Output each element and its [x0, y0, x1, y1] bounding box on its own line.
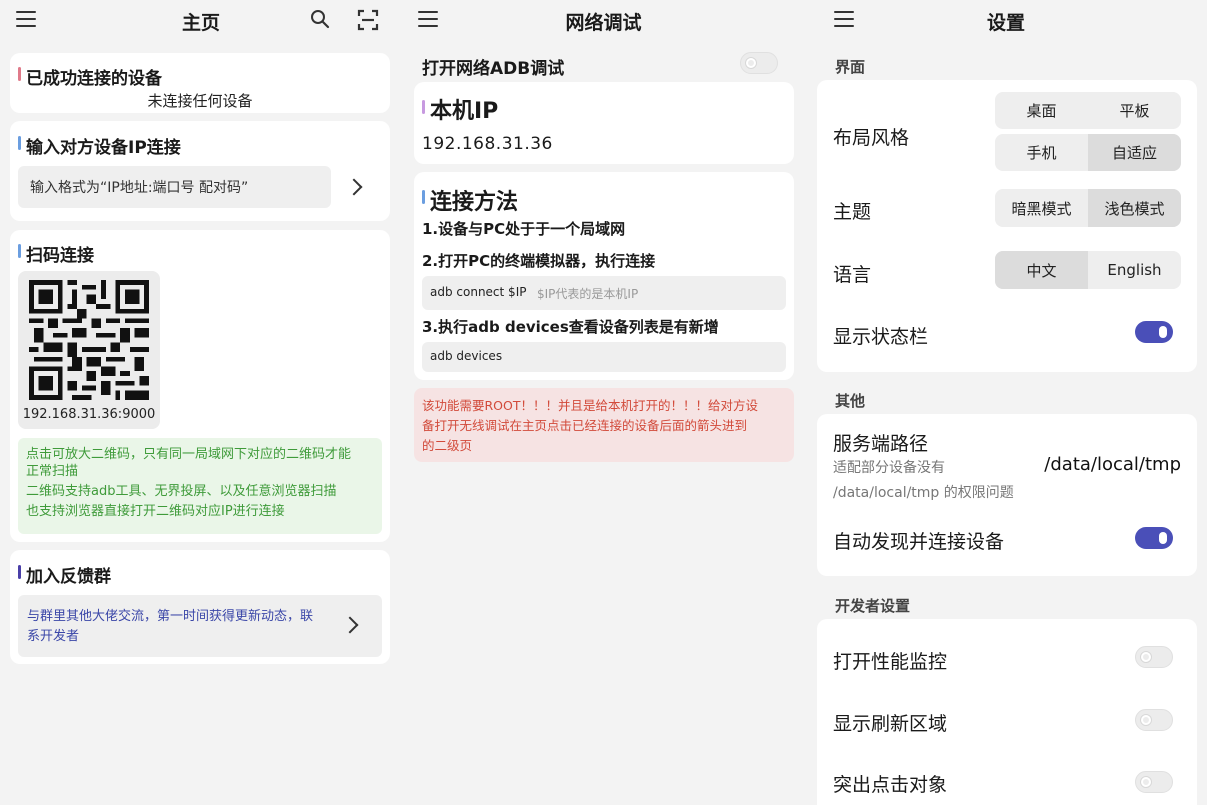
group-title-other: 其他: [835, 392, 866, 410]
qr-tip-line: 正常扫描: [26, 464, 79, 479]
page-title: 主页: [181, 12, 220, 34]
feedback-text-line: 系开发者: [27, 629, 80, 644]
scan-icon[interactable]: [357, 9, 379, 31]
ip-input-placeholder: 输入格式为“IP地址:端口号 配对码”: [30, 180, 249, 196]
other-settings-card: 服务端路径 适配部分设备没有 /data/local/tmp 的权限问题 /da…: [817, 414, 1197, 576]
qr-tip-line: 二维码支持adb工具、无界投屏、以及任意浏览器扫描: [26, 484, 337, 499]
command-box-1[interactable]: adb connect $IP $IP代表的是本机IP: [422, 276, 786, 310]
connected-devices-title: 已成功连接的设备: [26, 69, 162, 89]
language-label: 语言: [833, 264, 872, 286]
adb-toggle-switch[interactable]: [740, 52, 778, 74]
section-marker: [18, 244, 21, 258]
layout-label: 布局风格: [833, 127, 910, 149]
app-bar: 主页: [0, 0, 402, 42]
language-option-chinese[interactable]: 中文: [995, 251, 1088, 289]
page-title: 网络调试: [565, 12, 642, 34]
ip-connect-title: 输入对方设备IP连接: [26, 138, 181, 158]
chevron-right-icon[interactable]: [341, 616, 359, 634]
step-2-text: 2.打开PC的终端模拟器，执行连接: [422, 252, 656, 270]
app-bar: 网络调试: [402, 0, 805, 42]
local-ip-value: 192.168.31.36: [422, 134, 553, 154]
qr-tip-line: 也支持浏览器直接打开二维码对应IP进行连接: [26, 504, 285, 519]
qr-tip-line: 点击可放大二维码，只有同一局域网下对应的二维码才能: [26, 447, 352, 462]
feedback-text: 与群里其他大佬交流，第一时间获得更新动态，联 系开发者: [27, 607, 337, 647]
layout-option-tablet[interactable]: 平板: [1088, 92, 1181, 129]
page-title: 设置: [986, 12, 1025, 34]
local-ip-card: 本机IP 192.168.31.36: [414, 82, 794, 164]
section-marker: [422, 100, 425, 114]
statusbar-label: 显示状态栏: [833, 326, 929, 348]
layout-option-phone[interactable]: 手机: [995, 134, 1088, 171]
section-marker: [422, 190, 425, 204]
language-option-english[interactable]: English: [1088, 251, 1181, 289]
layout-option-adaptive[interactable]: 自适应: [1088, 134, 1181, 171]
statusbar-toggle[interactable]: [1135, 321, 1173, 343]
connect-method-title: 连接方法: [430, 190, 519, 215]
theme-selector: 暗黑模式 浅色模式: [995, 189, 1181, 227]
ui-settings-card: 布局风格 桌面 平板 手机 自适应 主题 暗黑模式 浅色模式 语言 中文 Eng…: [817, 80, 1197, 372]
search-icon[interactable]: [310, 9, 330, 29]
qr-connect-card: 扫码连接 192.168.31.36:9000 点击可放大二维码，只有同一局域网…: [10, 230, 390, 542]
command-box-2[interactable]: adb devices: [422, 342, 786, 372]
server-path-desc-1: 适配部分设备没有: [833, 460, 945, 476]
command-text: adb devices: [430, 349, 503, 363]
qr-tips-box: 点击可放大二维码，只有同一局域网下对应的二维码才能 正常扫描 二维码支持adb工…: [18, 438, 382, 534]
warning-line: 的二级页: [422, 438, 473, 453]
command-hint: $IP代表的是本机IP: [537, 287, 639, 301]
section-marker: [18, 136, 21, 150]
show-refresh-label: 显示刷新区域: [833, 713, 948, 735]
qr-code-image: [29, 280, 149, 400]
ip-connect-card: 输入对方设备IP连接 输入格式为“IP地址:端口号 配对码”: [10, 121, 390, 221]
group-title-developer: 开发者设置: [835, 597, 911, 615]
local-ip-title: 本机IP: [430, 99, 499, 124]
layout-option-desktop[interactable]: 桌面: [995, 92, 1088, 129]
server-path-desc-2: /data/local/tmp 的权限问题: [833, 485, 1014, 501]
adb-toggle-label: 打开网络ADB调试: [422, 59, 565, 79]
highlight-click-toggle[interactable]: [1135, 771, 1173, 793]
auto-connect-toggle[interactable]: [1135, 527, 1173, 549]
auto-connect-label: 自动发现并连接设备: [833, 531, 1005, 553]
connected-devices-card: 已成功连接的设备 未连接任何设备: [10, 53, 390, 113]
section-marker: [18, 67, 21, 81]
feedback-card: 加入反馈群 与群里其他大佬交流，第一时间获得更新动态，联 系开发者: [10, 550, 390, 664]
ip-input-field[interactable]: 输入格式为“IP地址:端口号 配对码”: [18, 166, 331, 208]
warning-line: 备打开无线调试在主页点击已经连接的设备后面的箭头进到: [422, 418, 748, 433]
app-bar: 设置: [805, 0, 1207, 42]
chevron-right-icon[interactable]: [345, 178, 363, 196]
step-3-text: 3.执行adb devices查看设备列表是有新增: [422, 318, 719, 336]
qr-code-tile[interactable]: 192.168.31.36:9000: [18, 271, 160, 429]
qr-connect-title: 扫码连接: [26, 246, 94, 266]
warning-line: 该功能需要ROOT！！！并且是给本机打开的！！！给对方设: [422, 398, 758, 413]
connected-status-text: 未连接任何设备: [147, 92, 253, 110]
theme-option-light[interactable]: 浅色模式: [1088, 189, 1181, 227]
root-warning-box: 该功能需要ROOT！！！并且是给本机打开的！！！给对方设 备打开无线调试在主页点…: [414, 388, 794, 462]
command-text: adb connect $IP: [430, 285, 527, 299]
perf-monitor-toggle[interactable]: [1135, 646, 1173, 668]
show-refresh-toggle[interactable]: [1135, 709, 1173, 731]
feedback-text-line: 与群里其他大佬交流，第一时间获得更新动态，联: [27, 609, 314, 624]
layout-selector-row1: 桌面 平板: [995, 92, 1181, 129]
feedback-title: 加入反馈群: [26, 567, 111, 587]
developer-settings-card: 打开性能监控 显示刷新区域 突出点击对象: [817, 619, 1197, 805]
connect-method-card: 连接方法 1.设备与PC处于于一个局域网 2.打开PC的终端模拟器，执行连接 a…: [414, 172, 794, 380]
step-1-text: 1.设备与PC处于于一个局域网: [422, 220, 626, 238]
layout-selector-row2: 手机 自适应: [995, 134, 1181, 171]
network-debug-screen: 网络调试 打开网络ADB调试 本机IP 192.168.31.36 连接方法 1…: [402, 0, 805, 805]
qr-address-text: 192.168.31.36:9000: [22, 407, 156, 422]
home-screen: 主页 已成功连接的设备 未连接任何设备 输入对方设备IP连接 输入格式为“IP地…: [0, 0, 402, 805]
language-selector: 中文 English: [995, 251, 1181, 289]
settings-screen: 设置 界面 布局风格 桌面 平板 手机 自适应 主题 暗黑模式 浅色模式 语言 …: [805, 0, 1207, 805]
section-marker: [18, 565, 21, 579]
perf-monitor-label: 打开性能监控: [833, 651, 948, 673]
theme-option-dark[interactable]: 暗黑模式: [995, 189, 1088, 227]
server-path-label: 服务端路径: [833, 433, 929, 455]
server-path-value[interactable]: /data/local/tmp: [1044, 454, 1181, 475]
group-title-ui: 界面: [835, 58, 866, 76]
theme-label: 主题: [833, 201, 872, 223]
highlight-click-label: 突出点击对象: [833, 774, 948, 796]
feedback-link[interactable]: 与群里其他大佬交流，第一时间获得更新动态，联 系开发者: [18, 595, 382, 657]
